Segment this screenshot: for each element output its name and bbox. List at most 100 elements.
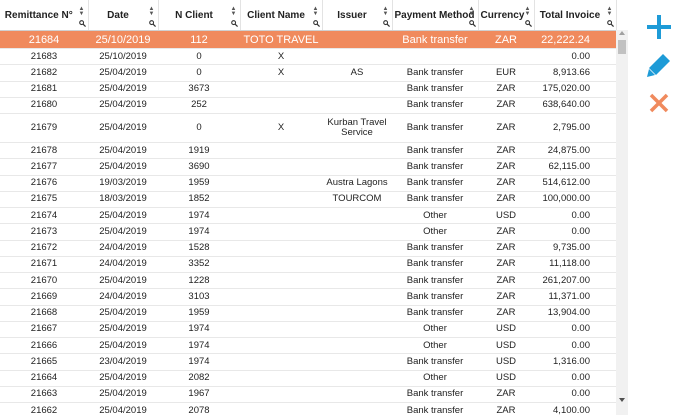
header-row: Remittance N° ▲ ▼ Date ▲ ▼ N Client ▲ ▼ Client Na… bbox=[0, 0, 617, 31]
table-cell: Other bbox=[392, 337, 478, 355]
table-cell: 18/03/2019 bbox=[88, 191, 158, 209]
column-header[interactable]: N Client ▲ ▼ bbox=[158, 0, 241, 31]
table-cell bbox=[322, 81, 392, 98]
table-cell: X bbox=[240, 64, 322, 82]
column-header[interactable]: Client Name ▲ ▼ bbox=[240, 0, 323, 31]
table-cell: 21674 bbox=[0, 207, 88, 225]
table-row[interactable]: 21675 18/03/2019 1852 TOURCOM Bank transfer Z… bbox=[0, 191, 616, 209]
table-cell: Bank transfer bbox=[392, 272, 478, 290]
table-row[interactable]: 21670 25/04/2019 1228 Bank transfer ZAR 261,2… bbox=[0, 272, 616, 290]
table-row[interactable]: 21665 23/04/2019 1974 Bank transfer USD 1,316… bbox=[0, 353, 616, 371]
grid-body: 21684 25/10/2019 112 TOTO TRAVEL Bank transf… bbox=[0, 30, 616, 415]
sort-arrows-icon[interactable]: ▲ ▼ bbox=[149, 6, 155, 17]
sort-arrows-icon[interactable]: ▲ ▼ bbox=[79, 6, 85, 17]
search-icon[interactable] bbox=[382, 20, 390, 27]
table-row[interactable]: 21673 25/04/2019 1974 Other ZAR 0.00 bbox=[0, 223, 616, 241]
table-cell: 21682 bbox=[0, 64, 88, 82]
table-cell: 8,913.66 bbox=[534, 64, 616, 82]
table-cell: 1,316.00 bbox=[534, 353, 616, 371]
table-cell: 25/04/2019 bbox=[88, 402, 158, 415]
table-row[interactable]: 21676 19/03/2019 1959 Austra Lagons Bank tra… bbox=[0, 175, 616, 192]
table-cell: 0.00 bbox=[534, 207, 616, 225]
table-cell: Other bbox=[392, 207, 478, 225]
table-row[interactable]: 21679 25/04/2019 0 X Kurban Travel Service Ba… bbox=[0, 113, 616, 143]
table-cell: 0 bbox=[158, 64, 240, 82]
search-icon[interactable] bbox=[78, 20, 86, 27]
scroll-thumb[interactable] bbox=[618, 40, 626, 54]
table-row[interactable]: 21678 25/04/2019 1919 Bank transfer ZAR 24,87… bbox=[0, 142, 616, 160]
table-cell: EUR bbox=[478, 64, 534, 82]
table-cell: ZAR bbox=[478, 223, 534, 241]
table-cell: X bbox=[240, 48, 322, 66]
search-icon[interactable] bbox=[468, 20, 476, 27]
table-row[interactable]: 21668 25/04/2019 1959 Bank transfer ZAR 13,90… bbox=[0, 305, 616, 322]
sort-arrows-icon[interactable]: ▲ ▼ bbox=[607, 6, 613, 17]
table-cell: 21666 bbox=[0, 337, 88, 355]
column-header[interactable]: Remittance N° ▲ ▼ bbox=[0, 0, 89, 31]
column-header[interactable]: Issuer ▲ ▼ bbox=[322, 0, 393, 31]
table-row[interactable]: 21664 25/04/2019 2082 Other USD 0.00 bbox=[0, 370, 616, 387]
table-cell: 21663 bbox=[0, 386, 88, 404]
search-icon[interactable] bbox=[524, 20, 532, 27]
sort-arrows-icon[interactable]: ▲ ▼ bbox=[525, 6, 531, 17]
table-cell: ZAR bbox=[478, 97, 534, 115]
table-cell: 4,100.00 bbox=[534, 402, 616, 415]
table-row[interactable]: 21666 25/04/2019 1974 Other USD 0.00 bbox=[0, 337, 616, 355]
table-cell: AS bbox=[322, 64, 392, 82]
table-cell bbox=[240, 240, 322, 257]
table-cell: Bank transfer bbox=[392, 353, 478, 371]
table-row[interactable]: 21680 25/04/2019 252 Bank transfer ZAR 638,64… bbox=[0, 97, 616, 115]
table-row[interactable]: 21662 25/04/2019 2078 Bank transfer ZAR 4,100… bbox=[0, 402, 616, 415]
sort-arrows-icon[interactable]: ▲ ▼ bbox=[231, 6, 237, 17]
table-row[interactable]: 21681 25/04/2019 3673 Bank transfer ZAR 175,0… bbox=[0, 81, 616, 98]
table-cell: TOTO TRAVEL bbox=[240, 30, 322, 49]
scroll-up-arrow[interactable] bbox=[619, 31, 625, 35]
table-cell bbox=[322, 207, 392, 225]
search-icon[interactable] bbox=[606, 20, 614, 27]
table-cell: 261,207.00 bbox=[534, 272, 616, 290]
table-cell: ZAR bbox=[478, 175, 534, 192]
table-row[interactable]: 21674 25/04/2019 1974 Other USD 0.00 bbox=[0, 207, 616, 225]
table-row[interactable]: 21683 25/10/2019 0 X 0.00 bbox=[0, 48, 616, 66]
table-cell: 21669 bbox=[0, 288, 88, 306]
table-row[interactable]: 21672 24/04/2019 1528 Bank transfer ZAR 9,735… bbox=[0, 240, 616, 257]
add-button[interactable] bbox=[646, 14, 672, 40]
table-cell: 0.00 bbox=[534, 321, 616, 339]
table-cell bbox=[240, 158, 322, 176]
table-cell: 25/10/2019 bbox=[88, 30, 158, 49]
table-row[interactable]: 21669 24/04/2019 3103 Bank transfer ZAR 11,37… bbox=[0, 288, 616, 306]
column-header[interactable]: Date ▲ ▼ bbox=[88, 0, 159, 31]
table-cell: 1974 bbox=[158, 207, 240, 225]
edit-button[interactable] bbox=[646, 52, 672, 78]
table-row[interactable]: 21663 25/04/2019 1967 Bank transfer ZAR 0.00 bbox=[0, 386, 616, 404]
table-row[interactable]: 21677 25/04/2019 3690 Bank transfer ZAR 62,11… bbox=[0, 158, 616, 176]
search-icon[interactable] bbox=[312, 20, 320, 27]
sort-arrows-icon[interactable]: ▲ ▼ bbox=[469, 6, 475, 17]
table-row[interactable]: 21682 25/04/2019 0 X AS Bank transfer EUR 8,913… bbox=[0, 64, 616, 82]
table-row[interactable]: 21671 24/04/2019 3352 Bank transfer ZAR 11,11… bbox=[0, 256, 616, 274]
table-cell: Bank transfer bbox=[392, 175, 478, 192]
table-cell: X bbox=[240, 113, 322, 143]
table-cell: Bank transfer bbox=[392, 113, 478, 143]
table-cell bbox=[240, 402, 322, 415]
table-row-selected[interactable]: 21684 25/10/2019 112 TOTO TRAVEL Bank transf… bbox=[0, 30, 616, 49]
search-icon[interactable] bbox=[230, 20, 238, 27]
search-icon[interactable] bbox=[148, 20, 156, 27]
delete-button[interactable] bbox=[646, 90, 672, 116]
sort-arrows-icon[interactable]: ▲ ▼ bbox=[383, 6, 389, 17]
table-row[interactable]: 21667 25/04/2019 1974 Other USD 0.00 bbox=[0, 321, 616, 339]
table-cell bbox=[322, 48, 392, 66]
table-cell bbox=[240, 272, 322, 290]
sort-arrows-icon[interactable]: ▲ ▼ bbox=[313, 6, 319, 17]
column-header[interactable]: Payment Method ▲ ▼ bbox=[392, 0, 479, 31]
column-header[interactable]: Currency ▲ ▼ bbox=[478, 0, 535, 31]
table-cell: 0.00 bbox=[534, 48, 616, 66]
table-cell bbox=[322, 337, 392, 355]
table-cell: 2082 bbox=[158, 370, 240, 387]
scroll-down-arrow[interactable] bbox=[619, 398, 625, 402]
table-cell: 21664 bbox=[0, 370, 88, 387]
table-cell: 1959 bbox=[158, 175, 240, 192]
vertical-scrollbar[interactable] bbox=[616, 30, 628, 415]
table-cell bbox=[322, 272, 392, 290]
column-header[interactable]: Total Invoice ▲ ▼ bbox=[534, 0, 617, 31]
